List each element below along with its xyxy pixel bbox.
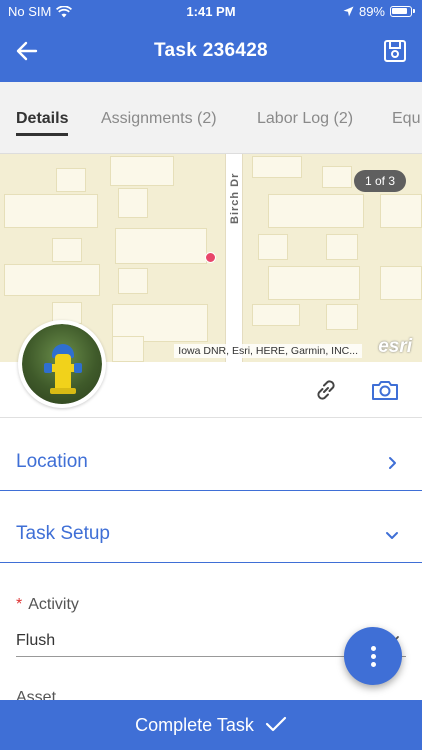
activity-select-value[interactable]: Flush bbox=[16, 632, 55, 650]
save-icon[interactable] bbox=[382, 38, 408, 64]
tab-bar: Details Assignments (2) Labor Log (2) Eq… bbox=[0, 82, 422, 154]
activity-label-text: Activity bbox=[28, 596, 79, 613]
map-building bbox=[56, 168, 86, 192]
map-building bbox=[326, 234, 358, 260]
hydrant-bolt bbox=[74, 363, 82, 373]
map-building bbox=[115, 228, 207, 264]
map-building bbox=[118, 188, 148, 218]
status-bar: No SIM 1:41 PM 89% bbox=[0, 4, 422, 22]
fire-hydrant-image bbox=[22, 324, 102, 404]
street-label: Birch Dr bbox=[229, 172, 241, 224]
divider bbox=[0, 417, 422, 418]
activity-field-label: * Activity bbox=[16, 596, 79, 614]
hydrant-body bbox=[55, 354, 71, 390]
map-building bbox=[322, 166, 352, 188]
complete-task-button[interactable]: Complete Task bbox=[0, 700, 422, 750]
map-building bbox=[268, 266, 360, 300]
map-pager-badge: 1 of 3 bbox=[353, 170, 406, 192]
camera-icon[interactable] bbox=[370, 376, 400, 404]
tab-equipment[interactable]: Equ bbox=[392, 110, 420, 128]
tab-assignments[interactable]: Assignments (2) bbox=[101, 110, 217, 128]
map-building bbox=[326, 304, 358, 330]
map-building bbox=[110, 156, 174, 186]
battery-percent: 89% bbox=[358, 4, 385, 19]
battery-icon bbox=[390, 6, 415, 17]
app-header: No SIM 1:41 PM 89% Task 236428 bbox=[0, 0, 422, 82]
hydrant-base bbox=[50, 388, 76, 394]
location-arrow-icon bbox=[343, 6, 354, 17]
tab-labor-log[interactable]: Labor Log (2) bbox=[257, 110, 353, 128]
map-building bbox=[268, 194, 364, 228]
map-building bbox=[252, 156, 302, 178]
task-setup-section-header[interactable]: Task Setup bbox=[0, 507, 422, 563]
more-dot bbox=[371, 646, 376, 651]
section-rule bbox=[0, 561, 422, 563]
map-building bbox=[4, 264, 100, 296]
esri-logo: esri bbox=[378, 336, 412, 357]
task-setup-label: Task Setup bbox=[16, 523, 110, 544]
map-building bbox=[112, 336, 144, 362]
task-location-pin[interactable] bbox=[205, 252, 216, 263]
map-building bbox=[118, 268, 148, 294]
map-building bbox=[252, 304, 300, 326]
location-label: Location bbox=[16, 451, 88, 472]
page-title: Task 236428 bbox=[154, 40, 268, 61]
chevron-down-icon bbox=[386, 532, 398, 539]
map-building bbox=[380, 266, 422, 300]
map-building bbox=[4, 194, 98, 228]
map-building bbox=[380, 194, 422, 228]
location-section-header[interactable]: Location bbox=[0, 435, 422, 491]
chevron-right-icon bbox=[389, 457, 396, 469]
map-building bbox=[258, 234, 288, 260]
asset-photo-thumbnail[interactable] bbox=[18, 320, 106, 408]
map-attribution: Iowa DNR, Esri, HERE, Garmin, INC... bbox=[174, 344, 362, 358]
more-dot bbox=[371, 654, 376, 659]
more-dot bbox=[371, 662, 376, 667]
complete-task-text: Complete Task bbox=[135, 715, 254, 735]
hydrant-bolt bbox=[44, 363, 52, 373]
tab-details[interactable]: Details bbox=[16, 110, 69, 136]
required-marker: * bbox=[16, 596, 23, 613]
status-right: 89% bbox=[343, 4, 415, 19]
map-building bbox=[52, 238, 82, 262]
complete-task-label: Complete Task bbox=[0, 715, 422, 736]
section-rule bbox=[0, 489, 422, 491]
link-icon[interactable] bbox=[312, 376, 340, 404]
checkmark-icon bbox=[265, 716, 286, 732]
more-actions-button[interactable] bbox=[344, 627, 402, 685]
